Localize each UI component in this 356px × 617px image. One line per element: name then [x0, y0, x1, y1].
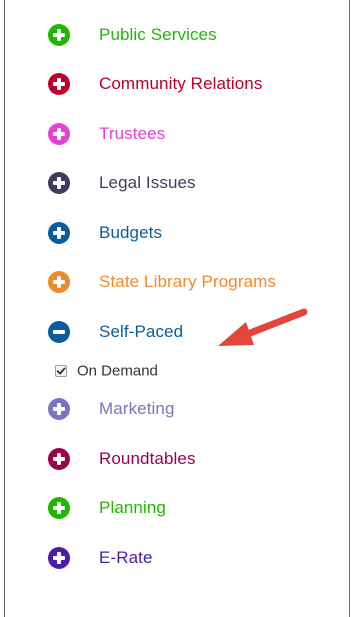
plus-circle-icon[interactable]	[48, 73, 70, 96]
menu-item-label: Legal Issues	[99, 173, 196, 193]
menu-item-label: Marketing	[99, 399, 175, 419]
plus-circle-icon[interactable]	[48, 23, 70, 46]
checkmark-icon	[56, 367, 66, 374]
menu-item-community-relations[interactable]: Community Relations	[5, 60, 349, 110]
menu-item-budgets[interactable]: Budgets	[5, 208, 349, 258]
menu-item-label: Budgets	[99, 222, 163, 242]
plus-circle-icon[interactable]	[48, 447, 70, 470]
menu-item-roundtables[interactable]: Roundtables	[5, 434, 349, 484]
menu-item-label: Public Services	[99, 24, 217, 44]
menu-item-public-services[interactable]: Public Services	[5, 10, 349, 60]
on-demand-checkbox[interactable]	[55, 364, 67, 377]
sub-item-on-demand[interactable]: On Demand	[5, 357, 349, 385]
minus-circle-icon[interactable]	[48, 320, 70, 343]
menu-item-label: Planning	[99, 498, 166, 518]
plus-circle-icon[interactable]	[48, 122, 70, 145]
menu-item-label: State Library Programs	[99, 272, 276, 292]
menu-item-label: Self-Paced	[99, 321, 184, 341]
menu-item-label: Roundtables	[99, 448, 196, 468]
sidebar-panel: Public Services Community Relations Trus…	[4, 0, 350, 617]
menu-item-self-paced[interactable]: Self-Paced	[5, 307, 349, 357]
plus-circle-icon[interactable]	[48, 398, 70, 421]
plus-circle-icon[interactable]	[48, 271, 70, 294]
plus-circle-icon[interactable]	[48, 497, 70, 520]
menu-item-marketing[interactable]: Marketing	[5, 385, 349, 435]
menu-item-label: Trustees	[99, 123, 166, 143]
menu-item-legal-issues[interactable]: Legal Issues	[5, 159, 349, 209]
menu-item-label: Community Relations	[99, 74, 263, 94]
menu-item-label: E-Rate	[99, 547, 153, 567]
menu-item-e-rate[interactable]: E-Rate	[5, 533, 349, 583]
menu-item-trustees[interactable]: Trustees	[5, 109, 349, 159]
plus-circle-icon[interactable]	[48, 221, 70, 244]
category-menu: Public Services Community Relations Trus…	[5, 10, 349, 583]
menu-item-state-library-programs[interactable]: State Library Programs	[5, 258, 349, 308]
menu-item-planning[interactable]: Planning	[5, 484, 349, 534]
plus-circle-icon[interactable]	[48, 546, 70, 569]
on-demand-label: On Demand	[77, 362, 158, 379]
plus-circle-icon[interactable]	[48, 172, 70, 195]
